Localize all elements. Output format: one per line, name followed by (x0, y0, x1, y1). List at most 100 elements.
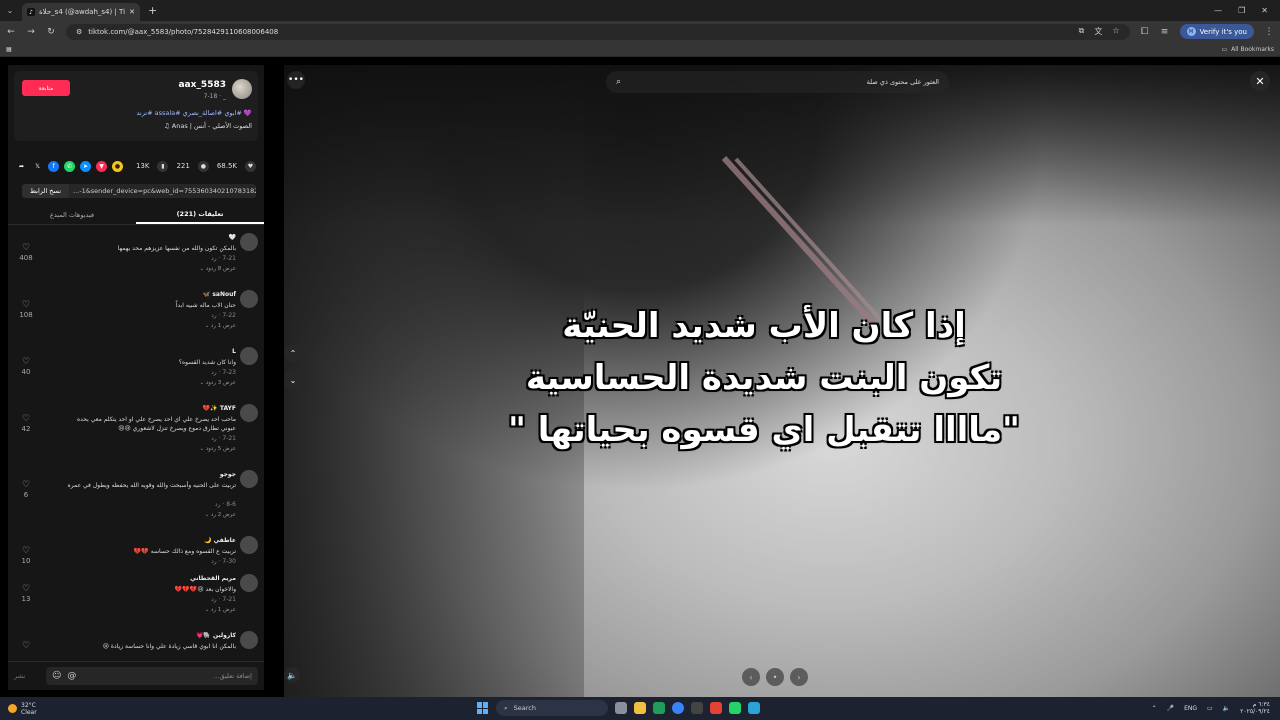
extensions-icon[interactable]: ⧠ (1140, 27, 1150, 37)
tab-search-menu-icon[interactable]: ⌄ (0, 0, 20, 21)
commenter-name[interactable]: عاطفي 🌙 (204, 537, 236, 544)
view-replies-button[interactable]: عرض 1 رد ⌄ (205, 607, 236, 613)
commenter-name[interactable]: كارولين 🐘💗 (196, 632, 236, 639)
apps-grid-icon[interactable]: ▦ (6, 46, 12, 53)
back-icon[interactable]: ← (6, 27, 16, 37)
whatsapp-app-icon[interactable] (729, 702, 741, 714)
chrome-menu-icon[interactable]: ⋮ (1264, 27, 1274, 37)
commenter-name[interactable]: saNouf 🦋 (203, 291, 236, 298)
heart-outline-icon[interactable]: ♡ (18, 546, 34, 556)
post-comment-button[interactable]: نشر (14, 672, 40, 680)
comment-like[interactable]: ♡ 408 (18, 243, 34, 262)
commenter-avatar[interactable] (240, 536, 258, 554)
facebook-icon[interactable]: f (48, 160, 59, 172)
commenter-avatar[interactable] (240, 233, 258, 251)
heart-outline-icon[interactable]: ♡ (18, 641, 34, 651)
whatsapp-icon[interactable]: ✆ (64, 160, 75, 172)
tab-close-icon[interactable]: ✕ (129, 8, 135, 16)
heart-outline-icon[interactable]: ♡ (18, 584, 34, 594)
tray-overflow-icon[interactable]: ⌃ (1152, 705, 1157, 712)
install-app-icon[interactable]: ⧉ (1079, 26, 1085, 37)
taskbar-search[interactable]: ⌕ Search (496, 700, 608, 716)
comment-like[interactable]: ♡ (18, 641, 34, 651)
heart-outline-icon[interactable]: ♡ (18, 300, 34, 310)
post-music[interactable]: الصوت الأصلي - أنس | Anas ♫ (164, 122, 252, 130)
language-indicator[interactable]: ENG (1184, 705, 1197, 712)
excel-icon[interactable] (653, 702, 665, 714)
commenter-name[interactable]: TAYF ✨💔 (203, 405, 236, 412)
file-explorer-icon[interactable] (634, 702, 646, 714)
microphone-icon[interactable]: 🎤 (1167, 705, 1174, 712)
comment-like[interactable]: ♡ 40 (18, 357, 34, 376)
next-post-button[interactable]: ⌄ (284, 371, 302, 389)
pager-prev-icon[interactable]: ‹ (742, 668, 760, 686)
network-icon[interactable]: ▭ (1207, 705, 1213, 712)
commenter-avatar[interactable] (240, 631, 258, 649)
tab-comments[interactable]: تعليقات (221) (136, 205, 264, 224)
task-view-icon[interactable] (615, 702, 627, 714)
related-search-input[interactable]: ⌕ العثور على محتوى ذي صلة (606, 71, 949, 93)
all-bookmarks-button[interactable]: ▭ All Bookmarks (1221, 46, 1274, 53)
pager-next-icon[interactable]: › (790, 668, 808, 686)
weather-widget[interactable]: 32°C Clear (8, 702, 37, 716)
heart-icon[interactable]: ♥ (245, 160, 256, 172)
mention-icon[interactable]: @ (67, 671, 76, 681)
clock[interactable]: ٦:٣٤ م ٢٠٢٥/٠٩/٢٤ (1240, 701, 1270, 715)
new-tab-button[interactable]: + (148, 4, 157, 17)
bookmark-star-icon[interactable]: ☆ (1112, 26, 1119, 37)
heart-outline-icon[interactable]: ♡ (18, 414, 34, 424)
comment-input[interactable]: ☺ @ إضافة تعليق... (46, 667, 258, 685)
bookmark-icon[interactable]: ▮ (157, 160, 169, 172)
commenter-name[interactable]: L (232, 348, 236, 355)
author-username[interactable]: aax_5583 (178, 80, 226, 90)
x-twitter-icon[interactable]: 𝕏 (32, 161, 43, 172)
previous-post-button[interactable]: ⌃ (284, 344, 302, 362)
commenter-avatar[interactable] (240, 347, 258, 365)
commenter-name[interactable]: 🤍 (229, 234, 236, 241)
pager-dot-icon[interactable]: • (766, 668, 784, 686)
verify-profile-button[interactable]: M Verify it's you (1179, 24, 1254, 39)
commenter-name[interactable]: جوجو (220, 471, 236, 478)
view-replies-button[interactable]: عرض 8 ردود ⌄ (199, 266, 236, 272)
comment-like[interactable]: ♡ 108 (18, 300, 34, 319)
view-replies-button[interactable]: عرض 1 رد ⌄ (205, 323, 236, 329)
comment-like[interactable]: ♡ 13 (18, 584, 34, 603)
brave-icon[interactable] (710, 702, 722, 714)
telegram-app-icon[interactable] (748, 702, 760, 714)
telegram-icon[interactable]: ➤ (80, 160, 91, 172)
view-replies-button[interactable]: عرض 3 ردود ⌄ (199, 380, 236, 386)
comment-bubble-icon[interactable]: ● (197, 160, 209, 172)
site-info-icon[interactable]: ⚙ (76, 28, 82, 36)
heart-outline-icon[interactable]: ♡ (18, 243, 34, 253)
view-replies-button[interactable]: عرض 5 ردود ⌄ (199, 446, 236, 452)
commenter-name[interactable]: مريم القحطاني (190, 575, 236, 582)
copy-link-button[interactable]: نسخ الرابط (22, 184, 70, 198)
photo-viewer[interactable]: إذا كان الأب شديد الحنيّة تكون البنت شدي… (284, 65, 1280, 697)
heart-outline-icon[interactable]: ♡ (18, 480, 34, 490)
reload-icon[interactable]: ↻ (46, 27, 56, 37)
comment-like[interactable]: ♡ 10 (18, 546, 34, 565)
app-icon[interactable] (691, 702, 703, 714)
tab-creator-videos[interactable]: فيديوهات المبدع (8, 205, 136, 224)
speaker-icon[interactable]: 🔈 (1223, 705, 1230, 712)
forward-icon[interactable]: → (26, 27, 36, 37)
browser-tab[interactable]: ♪ حلاة_s4 (@awdah_s4) | TikTok ✕ (22, 3, 140, 21)
emoji-icon[interactable]: ☺ (52, 671, 61, 681)
media-icon[interactable]: ≡ (1160, 27, 1170, 37)
follow-button[interactable]: متابعة (22, 80, 70, 96)
close-window-icon[interactable]: ✕ (1261, 6, 1268, 15)
coin-icon[interactable]: ● (112, 160, 123, 172)
view-replies-button[interactable]: عرض 2 رد ⌄ (205, 512, 236, 518)
windows-start-icon[interactable] (477, 702, 489, 714)
commenter-avatar[interactable] (240, 290, 258, 308)
url-field[interactable]: ⚙ tiktok.com/@aax_5583/photo/75284291106… (66, 23, 1130, 40)
translate-icon[interactable]: 文 (1094, 26, 1102, 37)
minimize-icon[interactable]: — (1214, 6, 1222, 15)
commenter-avatar[interactable] (240, 470, 258, 488)
more-options-icon[interactable]: ••• (287, 71, 305, 89)
commenter-avatar[interactable] (240, 404, 258, 422)
comment-like[interactable]: ♡ 6 (18, 480, 34, 499)
heart-outline-icon[interactable]: ♡ (18, 357, 34, 367)
volume-icon[interactable]: 🔈 (284, 667, 300, 683)
comment-list[interactable]: 🤍 بالمكن تكون والله من نفسها عزيزهم محد … (8, 231, 264, 656)
